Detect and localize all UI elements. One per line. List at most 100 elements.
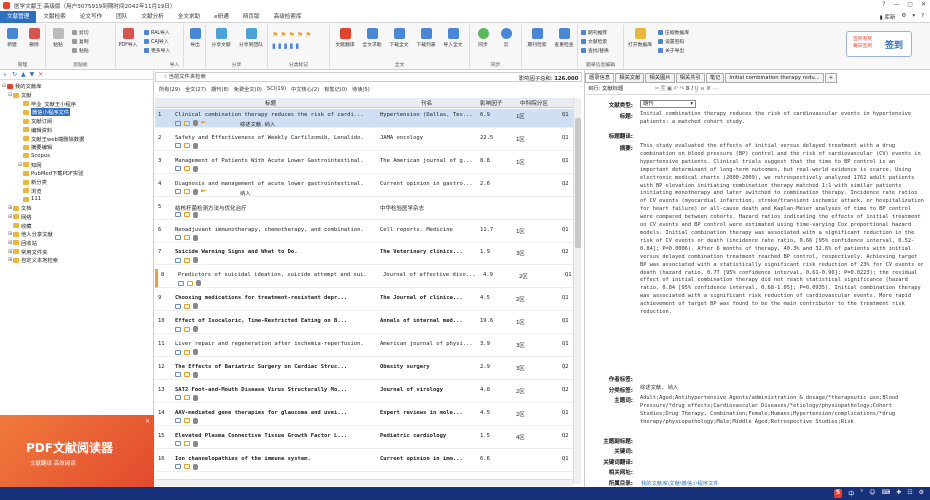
- table-row[interactable]: 9 Choosing medications for treatment-resi…: [155, 292, 573, 312]
- type-select[interactable]: 期刊 ▾: [640, 100, 696, 108]
- dropdown-icon[interactable]: ▾: [912, 13, 915, 21]
- promo-close-icon[interactable]: ✕: [145, 418, 150, 425]
- duplicate-check-button[interactable]: 查重检查: [551, 28, 577, 48]
- sign-in-button[interactable]: 签到: [885, 38, 903, 51]
- help-icon[interactable]: ?: [882, 1, 885, 8]
- import-fulltext-button[interactable]: 导入全文: [440, 28, 466, 48]
- table-row[interactable]: 13 SAT2 Foot-and-Mouth Disease Virus Stru…: [155, 384, 573, 403]
- tree-item[interactable]: ⊞ 文档: [8, 204, 32, 212]
- maximize-button[interactable]: ▢: [907, 1, 913, 8]
- attachment-icon[interactable]: [193, 211, 198, 218]
- set-password-button[interactable]: 设置密码: [658, 38, 684, 45]
- attachment-icon[interactable]: [193, 371, 198, 378]
- email-icon[interactable]: [175, 120, 181, 126]
- paste-button[interactable]: 粘贴: [48, 28, 68, 48]
- more-import-button[interactable]: 更多导入: [144, 47, 170, 54]
- table-row[interactable]: 12 The Effects of Bariatric Surgery on Ca…: [155, 361, 573, 380]
- tree-item[interactable]: 微信小程序文件: [18, 108, 71, 117]
- category-tag-value[interactable]: 综述文献, 纳入: [640, 385, 925, 393]
- filter-all[interactable]: 所有(29): [159, 86, 180, 95]
- attachment-icon[interactable]: [196, 280, 201, 287]
- document-icon[interactable]: [184, 235, 190, 240]
- table-row[interactable]: 15 Elevated Plasma Connective Tissue Grow…: [155, 430, 573, 449]
- document-icon[interactable]: [184, 395, 190, 401]
- filter-fulltext[interactable]: 全文(27): [185, 86, 206, 95]
- literature-search-small-button[interactable]: 文献检索: [581, 38, 607, 45]
- minimize-button[interactable]: —: [893, 1, 899, 8]
- filter-to-read[interactable]: 待读(5): [352, 86, 370, 95]
- delete-folder-icon[interactable]: ✕: [38, 71, 43, 78]
- document-icon[interactable]: [184, 464, 190, 469]
- format-tools-icons[interactable]: ✂ ⎘ ▣ ↶ ↷ 𝐁 𝐼 U̲ ≡ ≣ ⋯: [655, 86, 718, 92]
- attachment-icon[interactable]: [193, 257, 198, 264]
- translate-button[interactable]: 文献翻译: [332, 28, 358, 48]
- attachment-icon[interactable]: [193, 165, 198, 172]
- column-cas-zone[interactable]: 中科院分区: [520, 99, 548, 107]
- table-row[interactable]: 11 Liver repair and regeneration after is…: [155, 338, 573, 357]
- menu-fulltext-help[interactable]: 全文求助: [171, 11, 207, 23]
- journal-recommend-button[interactable]: 期刊推荐: [581, 29, 607, 36]
- attachment-icon[interactable]: [193, 303, 198, 310]
- email-icon[interactable]: [175, 235, 181, 240]
- tree-item[interactable]: 编辑资料: [18, 126, 52, 134]
- delete-button[interactable]: 删除: [24, 28, 44, 48]
- attachment-icon[interactable]: [193, 463, 198, 470]
- menu-web-version[interactable]: 网页版: [236, 11, 267, 23]
- document-icon[interactable]: [184, 303, 190, 309]
- tab-related-images[interactable]: 相关图片: [645, 73, 675, 83]
- move-up-icon[interactable]: ▲: [21, 71, 26, 78]
- tree-root[interactable]: ⊟ 我的文献库: [2, 82, 42, 90]
- tree-item[interactable]: 文献订阅: [18, 117, 52, 125]
- table-row[interactable]: 7 Suicide Warning Signs and What to Do. Th…: [155, 246, 573, 266]
- settings-icon[interactable]: ⚙: [901, 13, 906, 21]
- tree-item[interactable]: 浏览: [18, 187, 42, 195]
- tree-item[interactable]: 111: [18, 195, 41, 203]
- cut-button[interactable]: 剪切: [72, 29, 89, 36]
- filter-journal[interactable]: 期刊(8): [211, 86, 229, 95]
- caj-import-button[interactable]: CAJ导入: [144, 38, 169, 45]
- tab-opened-document[interactable]: Initial combination therapy redu...: [725, 73, 824, 83]
- email-icon[interactable]: [175, 372, 181, 378]
- column-journal[interactable]: 刊名: [421, 99, 432, 107]
- menu-literature-analysis[interactable]: 文献分析: [134, 11, 170, 23]
- document-icon[interactable]: [184, 372, 190, 378]
- document-icon[interactable]: [184, 326, 190, 332]
- email-icon[interactable]: [175, 166, 181, 172]
- list-horizontal-scrollbar[interactable]: [155, 479, 573, 486]
- email-icon[interactable]: [175, 464, 181, 469]
- table-row[interactable]: 6 Neoadjuvant immunotherapy, chemotherapy…: [155, 224, 573, 243]
- close-button[interactable]: ✕: [921, 1, 926, 8]
- email-icon[interactable]: [175, 326, 181, 332]
- email-icon[interactable]: [175, 143, 181, 149]
- document-icon[interactable]: [187, 280, 193, 286]
- flag-icons[interactable]: ⚑⚑⚑⚑⚑: [272, 31, 313, 39]
- email-icon[interactable]: [175, 441, 181, 447]
- column-title[interactable]: 标题: [265, 99, 276, 107]
- table-row[interactable]: 5 结核杆菌检测方法与优化治疗 中华检验医学杂志: [155, 201, 573, 220]
- pdf-reader-promo[interactable]: ✕ PDF文献阅读器 文献翻译 高效阅读: [0, 415, 154, 487]
- new-button[interactable]: 新建: [2, 28, 22, 48]
- chinese-input-icon[interactable]: 中: [848, 489, 854, 498]
- download-fulltext-button[interactable]: 下载全文: [386, 28, 412, 48]
- tree-item[interactable]: ⊞ 回收站: [8, 239, 37, 247]
- table-row[interactable]: 16 Ion channelopathies of the immune syst…: [155, 453, 573, 472]
- filter-sci[interactable]: SCI(19): [267, 86, 286, 95]
- export-button[interactable]: 导出: [185, 28, 205, 48]
- add-tab-button[interactable]: +: [824, 73, 838, 83]
- email-icon[interactable]: [175, 257, 181, 263]
- list-vertical-scrollbar[interactable]: [573, 98, 581, 484]
- email-icon[interactable]: [178, 280, 184, 286]
- table-row[interactable]: 8 Predictors of suicidal ideation, suicid…: [155, 269, 573, 289]
- about-export-button[interactable]: 关于导出: [658, 47, 684, 54]
- folder-path-link[interactable]: 我的文献库\文献\微信小程序文件: [641, 479, 719, 487]
- document-icon[interactable]: [184, 143, 190, 149]
- toolbox-icon[interactable]: ✚: [896, 489, 901, 498]
- tree-item[interactable]: PubMed下载PDF实验: [18, 169, 84, 177]
- document-icon[interactable]: [184, 120, 190, 126]
- menu-grid-icon[interactable]: ☷: [907, 489, 912, 498]
- download-list-button[interactable]: 下载列表: [413, 28, 439, 48]
- tree-item[interactable]: ⊞ 自定义本地检索: [8, 256, 58, 264]
- table-row[interactable]: 1 Clinical combination therapy reduces th…: [155, 109, 573, 128]
- attachment-icon[interactable]: [193, 142, 198, 149]
- folder-search-input[interactable]: ⌕ 当前文件夹检索: [155, 72, 582, 82]
